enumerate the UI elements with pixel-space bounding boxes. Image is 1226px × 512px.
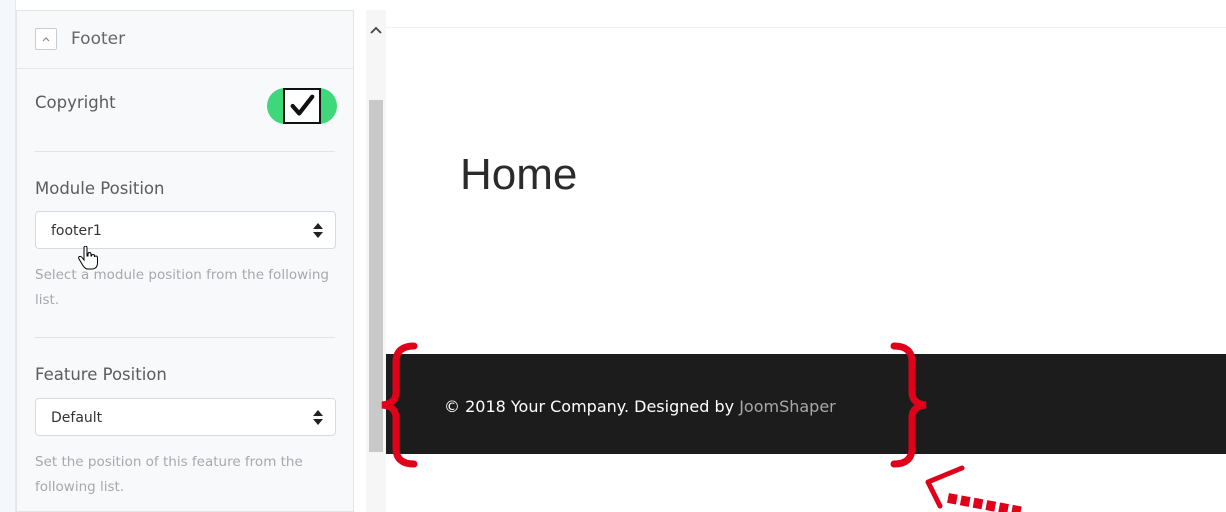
site-footer: © 2018 Your Company. Designed by JoomSha… [386, 354, 1226, 454]
toggle-knob [283, 88, 321, 124]
site-preview: Home © 2018 Your Company. Designed by Jo… [386, 0, 1226, 512]
panel-header: Footer [17, 11, 353, 69]
settings-sidebar: Footer Copyright Module Position footer1… [0, 0, 386, 512]
header-divider [386, 27, 1226, 28]
hand-pointer-icon [78, 246, 98, 270]
sidebar-edge [0, 0, 16, 512]
module-position-label: Module Position [35, 179, 165, 198]
module-position-value: footer1 [51, 223, 102, 239]
divider [35, 337, 335, 338]
sort-icon [313, 410, 323, 425]
right-brace-annotation [890, 342, 927, 468]
divider [35, 151, 335, 152]
feature-position-label: Feature Position [35, 365, 167, 384]
copyright-toggle[interactable] [267, 88, 337, 124]
collapse-button[interactable] [35, 28, 57, 50]
module-position-select[interactable]: footer1 [35, 211, 336, 249]
arrow-annotation [925, 465, 1025, 512]
footer-copyright: © 2018 Your Company. Designed by JoomSha… [444, 397, 836, 416]
joomshaper-link[interactable]: JoomShaper [739, 397, 836, 416]
feature-position-help: Set the position of this feature from th… [35, 454, 303, 495]
page-title: Home [460, 150, 578, 199]
footer-settings-panel: Footer Copyright Module Position footer1… [16, 10, 354, 512]
module-position-help: Select a module position from the follow… [35, 267, 329, 308]
feature-position-select[interactable]: Default [35, 398, 336, 436]
chevron-up-icon [42, 37, 50, 42]
sort-icon [313, 223, 323, 238]
panel-title: Footer [71, 29, 126, 49]
copyright-label: Copyright [35, 93, 116, 112]
copyright-text: © 2018 Your Company. Designed by [444, 397, 740, 416]
check-icon [290, 94, 315, 116]
feature-position-value: Default [51, 410, 103, 426]
left-brace-annotation [381, 342, 418, 468]
chevron-up-icon[interactable] [368, 23, 384, 39]
